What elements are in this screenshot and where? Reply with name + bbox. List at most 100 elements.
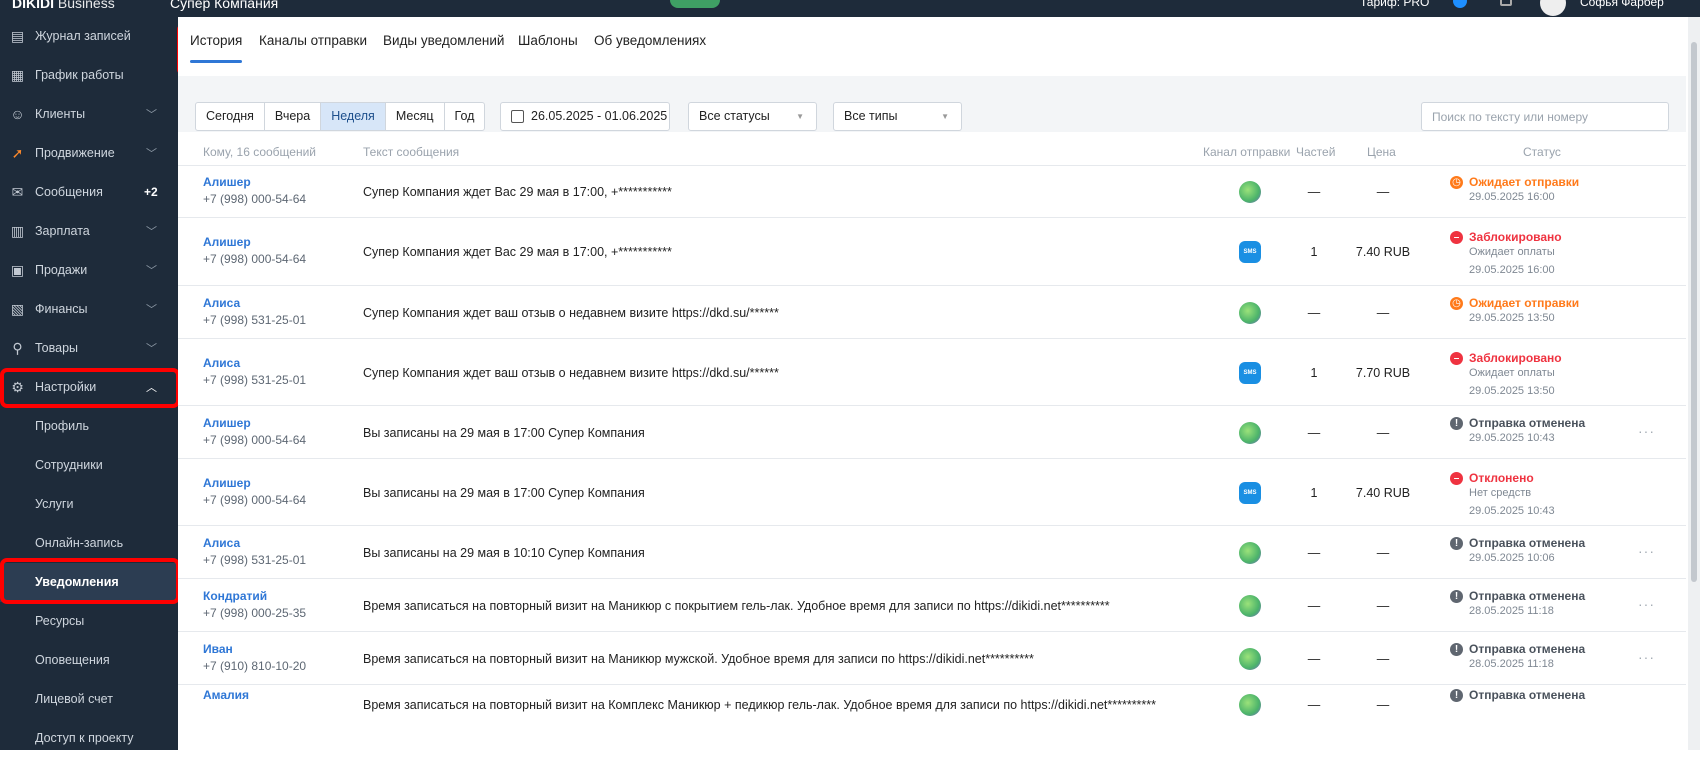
recipient-phone: +7 (910) 810-10-20 <box>203 659 307 673</box>
price-value: — <box>1376 698 1390 712</box>
sidebar-item-9[interactable]: ⚙ Настройки ︿ <box>0 368 178 407</box>
type-select-value: Все типы <box>844 109 898 123</box>
chevron-down-icon: ▼ <box>796 112 804 121</box>
recipient-name[interactable]: Кондратий <box>203 589 267 603</box>
chevron-down-icon[interactable]: ﹀ <box>146 145 157 161</box>
message-text: Вы записаны на 29 мая в 10:10 Супер Комп… <box>363 546 645 560</box>
table-row[interactable]: Алиса +7 (998) 531-25-01 Супер Компания жд… <box>178 338 1686 405</box>
parts-count: 1 <box>1310 366 1318 380</box>
status-date: 29.05.2025 10:43 <box>1469 505 1555 517</box>
period-option-4[interactable]: Год <box>445 103 485 130</box>
table-row[interactable]: Алишер +7 (998) 000-54-64 Супер Компания ж… <box>178 165 1686 217</box>
sidebar-subitem-0[interactable]: Профиль <box>0 407 178 446</box>
period-option-0[interactable]: Сегодня <box>196 103 265 130</box>
chevron-down-icon[interactable]: ﹀ <box>146 340 157 356</box>
more-actions-icon[interactable]: ··· <box>1638 596 1655 612</box>
period-option-3[interactable]: Месяц <box>386 103 445 130</box>
sidebar-item-1[interactable]: ▦ График работы <box>0 56 178 95</box>
recipient-name[interactable]: Иван <box>203 642 233 656</box>
table-row[interactable]: Алишер +7 (998) 000-54-64 Супер Компания ж… <box>178 217 1686 285</box>
recipient-name[interactable]: Алишер <box>203 416 251 430</box>
status-select[interactable]: Все статусы ▼ <box>688 102 817 131</box>
period-option-1[interactable]: Вчера <box>265 103 322 130</box>
recipient-name[interactable]: Амалия <box>203 688 249 702</box>
messages-icon: ✉ <box>11 184 24 200</box>
parts-count: — <box>1307 698 1321 712</box>
recipient-name[interactable]: Алиса <box>203 536 240 550</box>
company-name[interactable]: Супер Компания <box>170 0 278 11</box>
sidebar-item-8[interactable]: ⚲ Товары ﹀ <box>0 329 178 368</box>
goods-icon: ⚲ <box>12 340 23 356</box>
recipient-name[interactable]: Алиса <box>203 356 240 370</box>
sidebar-subitem-6[interactable]: Оповещения <box>0 641 178 680</box>
recipient-name[interactable]: Алишер <box>203 175 251 189</box>
table-row[interactable]: Иван +7 (910) 810-10-20 Время записаться н… <box>178 631 1686 684</box>
table-row[interactable]: Алиса +7 (998) 531-25-01 Супер Компания жд… <box>178 285 1686 338</box>
price-value: 7.40 RUB <box>1355 486 1411 500</box>
more-actions-icon[interactable]: ··· <box>1638 423 1655 439</box>
recipient-name[interactable]: Алиса <box>203 296 240 310</box>
col-channel: Канал отправки <box>1203 145 1291 159</box>
tab-notification-types[interactable]: Виды уведомлений <box>383 33 504 48</box>
sidebar-item-4[interactable]: ✉ Сообщения +2 <box>0 173 178 212</box>
scrollbar-thumb[interactable] <box>1691 42 1697 582</box>
sidebar-subitem-3[interactable]: Онлайн-запись <box>0 524 178 563</box>
status-icon: ! <box>1450 537 1463 550</box>
sidebar-subitem-7[interactable]: Лицевой счет <box>0 680 178 719</box>
sidebar-subitem-2[interactable]: Услуги <box>0 485 178 524</box>
chevron-down-icon[interactable]: ﹀ <box>146 106 157 122</box>
status-label: Отправка отменена <box>1469 589 1586 603</box>
table-row[interactable]: Кондратий +7 (998) 000-25-35 Время записат… <box>178 578 1686 631</box>
more-actions-icon[interactable]: ··· <box>1638 649 1655 665</box>
whatsapp-icon <box>1239 542 1261 564</box>
sidebar-subitem-1[interactable]: Сотрудники <box>0 446 178 485</box>
sidebar-item-label: Продажи <box>35 263 88 277</box>
user-name[interactable]: Софья Фарбер <box>1580 0 1664 9</box>
chevron-up-icon[interactable]: ︿ <box>146 379 157 395</box>
sidebar-item-label: Сообщения <box>35 185 103 199</box>
tab-history[interactable]: История <box>190 33 242 48</box>
status-select-value: Все статусы <box>699 109 770 123</box>
type-select[interactable]: Все типы ▼ <box>833 102 962 131</box>
sidebar-subitem-4[interactable]: Уведомления <box>0 563 178 602</box>
period-option-2[interactable]: Неделя <box>321 103 386 130</box>
bell-icon[interactable] <box>1500 0 1512 6</box>
status-indicator[interactable] <box>670 0 720 8</box>
table-row[interactable]: Алиса +7 (998) 531-25-01 Вы записаны на 29… <box>178 525 1686 578</box>
tab-templates[interactable]: Шаблоны <box>518 33 578 48</box>
chevron-down-icon[interactable]: ﹀ <box>146 301 157 317</box>
chevron-down-icon[interactable]: ﹀ <box>146 262 157 278</box>
recipient-name[interactable]: Алишер <box>203 476 251 490</box>
sidebar-item-6[interactable]: ▣ Продажи ﹀ <box>0 251 178 290</box>
table-row[interactable]: Амалия Время записаться на повторный визи… <box>178 684 1686 724</box>
info-icon[interactable] <box>1453 0 1467 8</box>
tariff-label[interactable]: Тариф: PRO <box>1360 0 1429 9</box>
sidebar-item-0[interactable]: ▤ Журнал записей <box>0 17 178 56</box>
tab-about[interactable]: Об уведомлениях <box>594 33 706 48</box>
whatsapp-icon <box>1239 595 1261 617</box>
avatar[interactable] <box>1540 0 1566 16</box>
sidebar-item-2[interactable]: ☺ Клиенты ﹀ <box>0 95 178 134</box>
sidebar-subitem-5[interactable]: Ресурсы <box>0 602 178 641</box>
sidebar-item-3[interactable]: ➚ Продвижение ﹀ <box>0 134 178 173</box>
search-input[interactable] <box>1421 102 1669 131</box>
sidebar-subitem-8[interactable]: Доступ к проекту <box>0 719 178 758</box>
price-value: — <box>1376 546 1390 560</box>
recipient-name[interactable]: Алишер <box>203 235 251 249</box>
table-row[interactable]: Алишер +7 (998) 000-54-64 Вы записаны на 2… <box>178 405 1686 458</box>
chevron-down-icon[interactable]: ﹀ <box>146 223 157 239</box>
col-recipient[interactable]: Кому, 16 сообщений <box>203 145 316 159</box>
sales-icon: ▣ <box>10 262 25 278</box>
sidebar-item-5[interactable]: ▥ Зарплата ﹀ <box>0 212 178 251</box>
parts-count: 1 <box>1310 486 1318 500</box>
tab-channels[interactable]: Каналы отправки <box>259 33 367 48</box>
sidebar-subitem-label: Ресурсы <box>35 614 85 628</box>
date-range-picker[interactable]: 26.05.2025 - 01.06.2025 <box>500 102 670 131</box>
table-row[interactable]: Алишер +7 (998) 000-54-64 Вы записаны на 2… <box>178 458 1686 525</box>
sidebar-item-7[interactable]: ▧ Финансы ﹀ <box>0 290 178 329</box>
scrollbar[interactable] <box>1688 17 1700 750</box>
sidebar-item-label: Журнал записей <box>35 29 131 43</box>
brand-logo[interactable]: DIKIDI Business <box>12 0 115 11</box>
more-actions-icon[interactable]: ··· <box>1638 543 1655 559</box>
status-detail: Ожидает оплаты <box>1469 246 1555 258</box>
